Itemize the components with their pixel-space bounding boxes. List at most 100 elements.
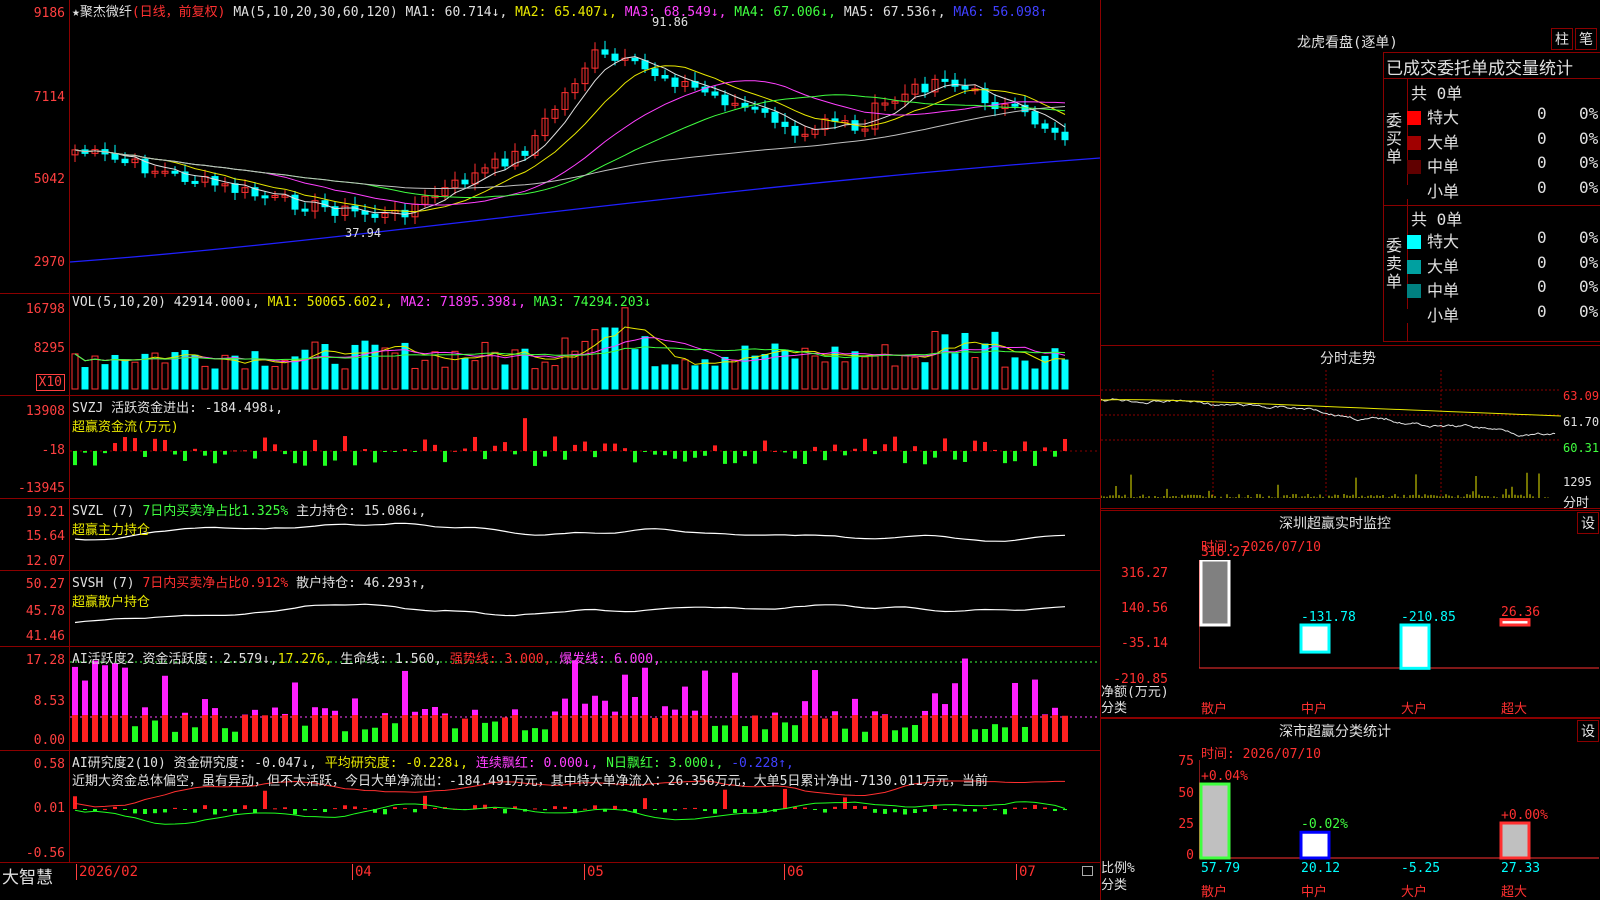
volume-bar [1001,366,1009,390]
money-flow-bar [993,449,997,451]
y-tick: 316.27 [1121,566,1168,581]
activity-bar [722,725,728,742]
y-tick: 8295 [33,341,65,356]
money-flow-bar [883,444,887,451]
activity-bar [202,715,208,742]
ai-research-axis: 0.58 0.01 -0.56 [0,751,70,862]
research-bar [233,809,237,813]
activity-bar [772,715,778,742]
candle [191,180,199,184]
volume-bar [891,365,899,390]
candle [521,150,529,156]
sz-monitor-chart[interactable] [1199,560,1599,685]
y-tick: 25 [1178,817,1194,832]
ai-research-panel[interactable]: 0.58 0.01 -0.56 AI研究度2(10) 资金研究度: -0.047… [0,751,1100,863]
svzj-panel[interactable]: 13908 -18 -13945 SVZJ 活跃资金进出: -184.498↓,… [0,396,1100,499]
order-size-label: 大单 [1427,256,1460,276]
ai-activity-panel[interactable]: 17.28 8.53 0.00 AI活跃度2 资金活跃度: 2.579↓,17.… [0,647,1100,751]
money-flow-bar [853,448,857,451]
order-count: 0 [1537,177,1547,197]
money-flow-bar [123,437,127,451]
research-bar [803,807,807,809]
candle [641,60,649,70]
volume-bar [951,353,959,390]
activity-bar [512,715,518,742]
candlestick-chart[interactable] [70,0,1100,293]
color-swatch-icon [1407,160,1421,174]
research-bar [993,809,997,811]
activity-bar [842,728,848,742]
sz-monitor-settings-button[interactable]: 设 [1577,512,1599,534]
money-flow-bar [203,451,207,456]
money-flow-bar [753,451,757,464]
candle [951,79,959,87]
svsh-panel[interactable]: 50.27 45.78 41.46 SVSH (7) 7日内买卖净占比0.912… [0,571,1100,647]
money-flow-bar [253,451,257,459]
date-label: 05 [584,864,604,880]
candle [601,49,609,55]
volume-axis: 16798 8295 X10 [0,294,70,395]
research-bar [343,805,347,809]
category-label: 中户 [1301,885,1328,900]
kline-panel[interactable]: 9186 7114 5042 2970 ★聚杰微纤(日线，前复权) MA(5,1… [0,0,1100,294]
svsh-header: SVSH (7) 7日内买卖净占比0.912% 散户持仓: 46.293↑, 超… [72,572,426,610]
money-flow-bar [333,451,337,461]
activity-bar [492,721,498,742]
period-label[interactable]: (日线，前复权) [132,5,226,20]
candle [651,68,659,77]
svzl-panel[interactable]: 19.21 15.64 12.07 SVZL (7) 7日内买卖净占比1.325… [0,499,1100,571]
favorite-star-icon[interactable]: ★ [72,5,80,20]
money-flow-bar [453,450,457,452]
moving-average-line [74,65,1066,213]
tick-mode-button[interactable]: 笔 [1575,28,1597,50]
activity-bar-top [312,707,318,715]
air-value5: -0.228↑, [731,756,794,771]
activity-bar [522,730,528,742]
money-flow-bar [813,446,817,451]
lock-icon[interactable] [1082,866,1093,876]
monitor-value-label: -131.78 [1301,610,1356,625]
activity-bar-top [142,707,148,715]
order-count: 0 [1537,301,1547,321]
activity-bar [982,729,988,742]
research-bar [583,808,587,810]
research-bar [653,809,657,810]
svzl-subtitle: 超赢主力持仓 [72,523,151,538]
money-flow-bar [713,445,717,451]
money-flow-bar [983,441,987,451]
activity-bar-top [572,660,578,715]
ai-research-header: AI研究度2(10) 资金研究度: -0.047↓, 平均研究度: -0.228… [72,752,794,771]
activity-bar-top [162,675,168,715]
money-flow-bar [313,439,317,451]
money-flow-bar [113,443,117,451]
money-flow-bar [443,451,447,463]
research-bar [883,809,887,814]
activity-bar-top [182,712,188,715]
bar-mode-button[interactable]: 柱 [1551,28,1573,50]
y-tick: -13945 [18,481,65,496]
research-bar [183,809,187,810]
volume-panel[interactable]: 16798 8295 X10 VOL(5,10,20) 42914.000↓, … [0,294,1100,396]
category-label: 散户 [1201,885,1228,900]
activity-bar-top [1052,707,1058,715]
activity-bar-top [632,696,638,715]
volume-bar [881,344,889,390]
money-flow-bar [723,451,727,464]
activity-bar [212,715,218,742]
volume-bar [1051,348,1059,390]
volume-bar [191,354,199,390]
money-flow-bar [643,451,647,452]
air-continuous-red: 连续飘红: 0.000↓, [475,756,599,771]
activity-bar [832,715,838,742]
date-axis: 大智慧 2026/02 04 05 06 07 [0,863,1100,900]
volume-bar [711,365,719,390]
volume-bar [931,330,939,390]
volume-bar [681,359,689,390]
volume-bar [641,336,649,390]
research-bar [1023,807,1027,809]
activity-bar [402,715,408,742]
intraday-chart[interactable] [1101,370,1561,508]
sz-stats-settings-button[interactable]: 设 [1577,720,1599,742]
stats-percent-label: -0.02% [1301,817,1348,833]
money-flow-bar [583,441,587,451]
